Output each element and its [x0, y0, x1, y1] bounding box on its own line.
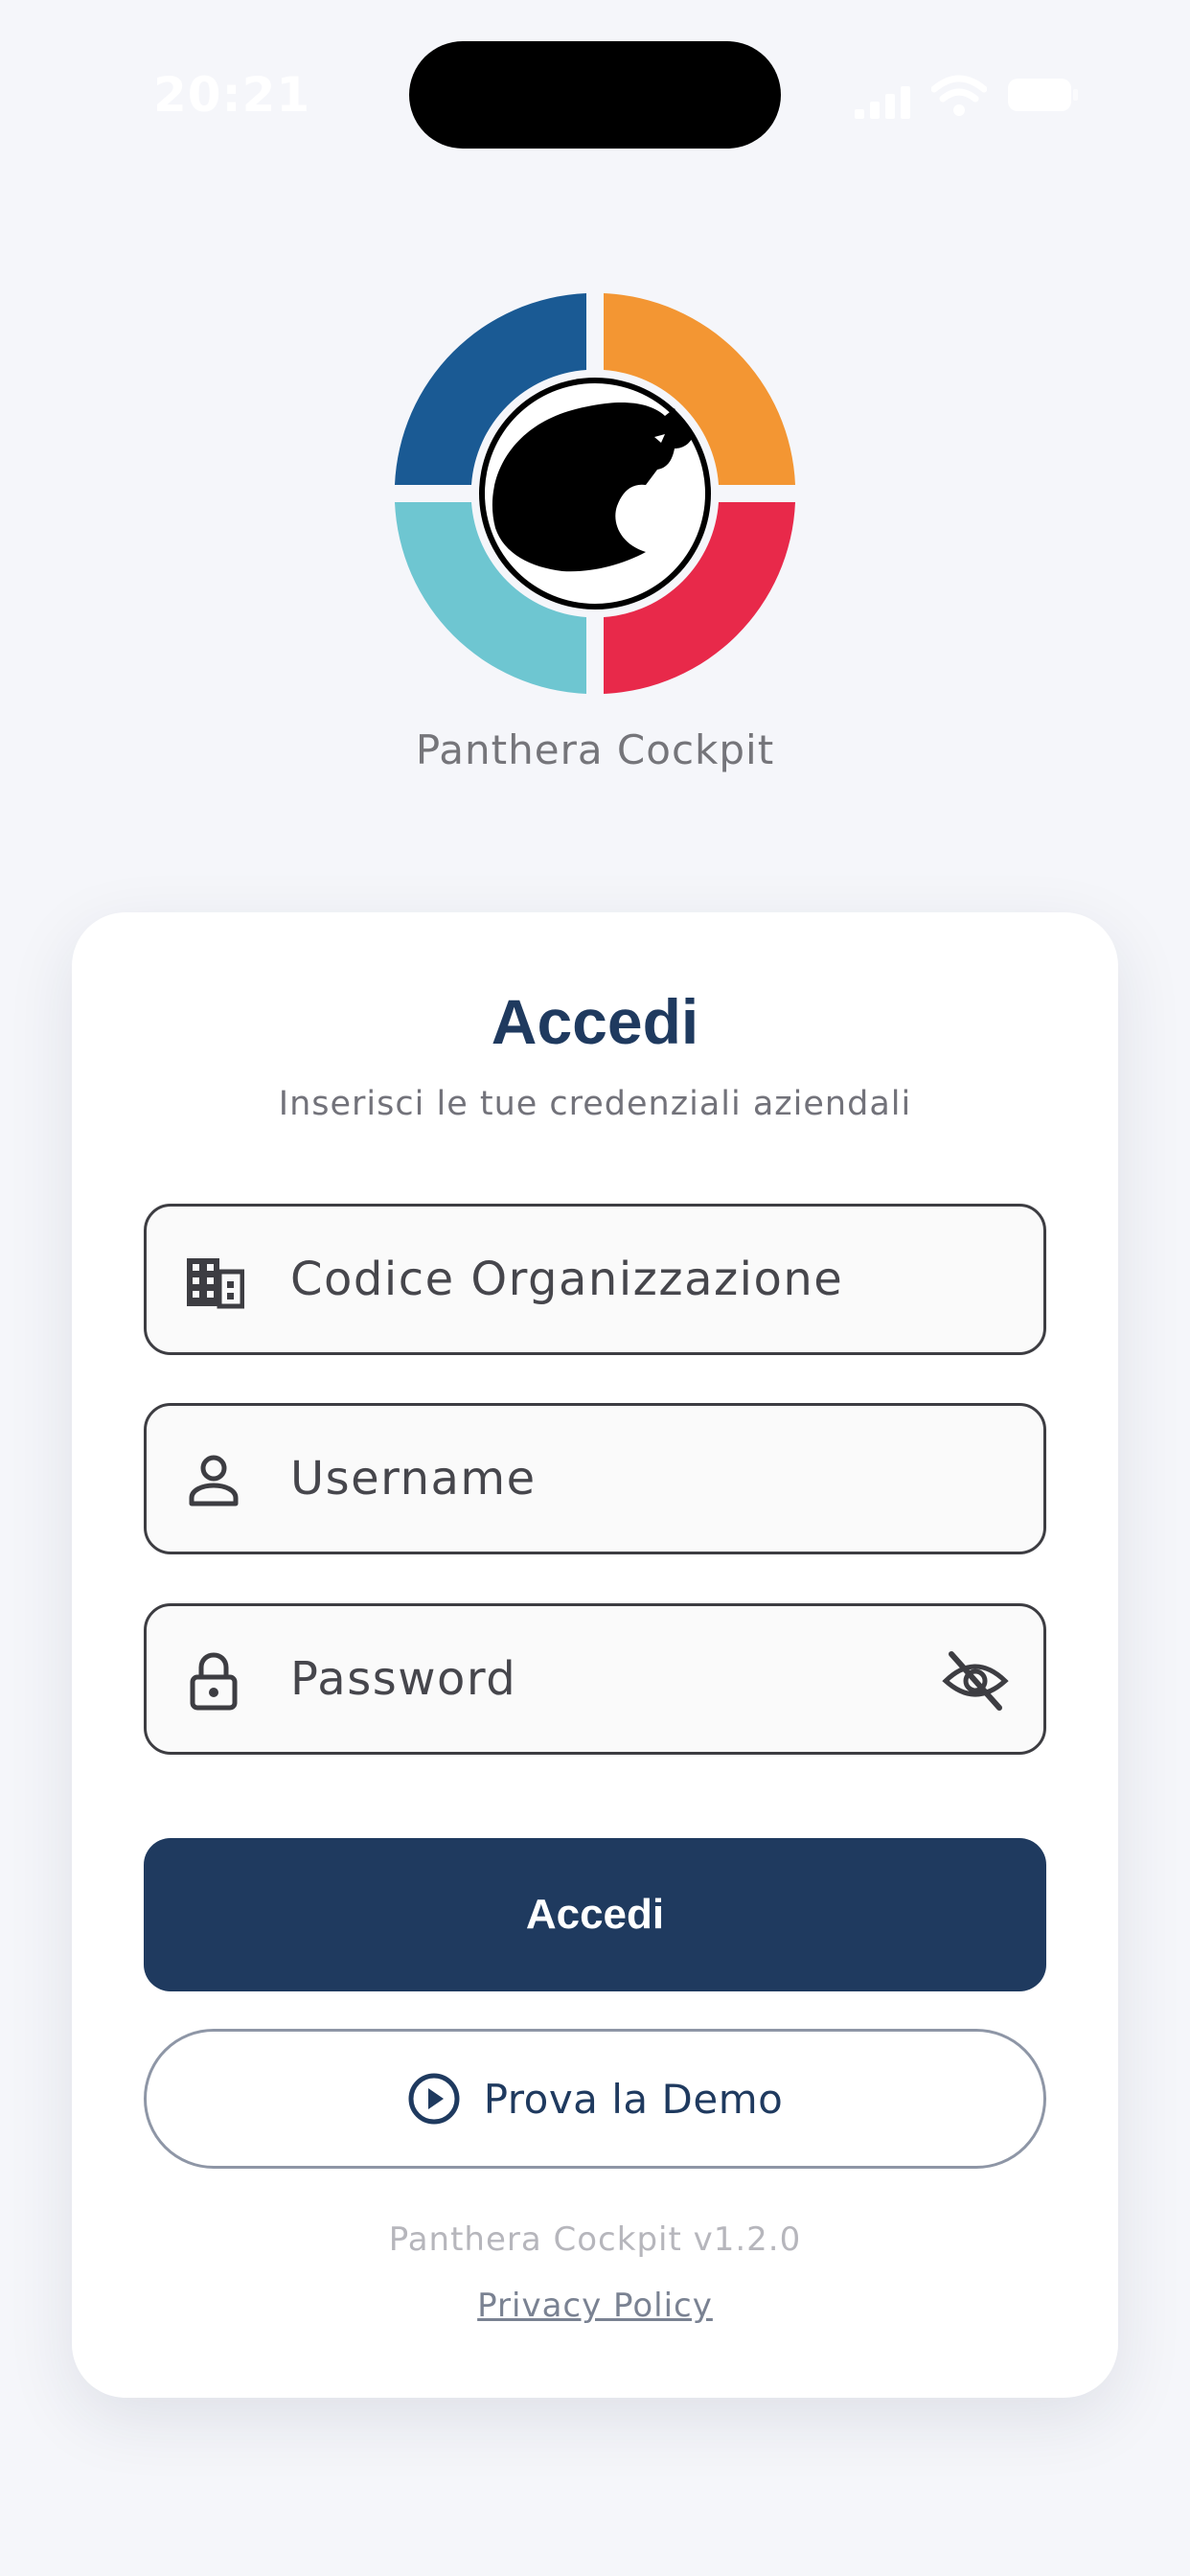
app-name: Panthera Cockpit: [415, 726, 775, 773]
login-button[interactable]: Accedi: [144, 1838, 1046, 1991]
password-field[interactable]: [144, 1603, 1046, 1755]
login-subtitle: Inserisci le tue credenziali aziendali: [278, 1085, 912, 1123]
play-circle-icon: [408, 2073, 460, 2125]
demo-button[interactable]: Prova la Demo: [144, 2029, 1046, 2169]
login-card: Accedi Inserisci le tue credenziali azie…: [72, 912, 1118, 2398]
dynamic-island: [409, 41, 781, 149]
app-version: Panthera Cockpit v1.2.0: [388, 2220, 802, 2259]
wifi-icon: [931, 75, 987, 116]
organization-input[interactable]: [290, 1207, 884, 1352]
app-logo: [395, 293, 795, 694]
eye-off-icon[interactable]: [942, 1648, 1009, 1712]
privacy-policy-link[interactable]: Privacy Policy: [72, 2287, 1118, 2325]
status-bar: 20:21: [0, 0, 1190, 192]
username-field[interactable]: [144, 1403, 1046, 1554]
status-time: 20:21: [153, 67, 311, 123]
demo-button-label: Prova la Demo: [483, 2075, 784, 2123]
login-title: Accedi: [491, 986, 699, 1057]
cellular-signal-icon: [855, 86, 910, 119]
lock-icon: [190, 1652, 238, 1711]
person-icon: [189, 1455, 239, 1506]
building-icon: [187, 1258, 244, 1309]
organization-field[interactable]: [144, 1204, 1046, 1355]
username-input[interactable]: [290, 1406, 884, 1552]
battery-icon: [1008, 79, 1078, 111]
password-input[interactable]: [290, 1606, 884, 1752]
